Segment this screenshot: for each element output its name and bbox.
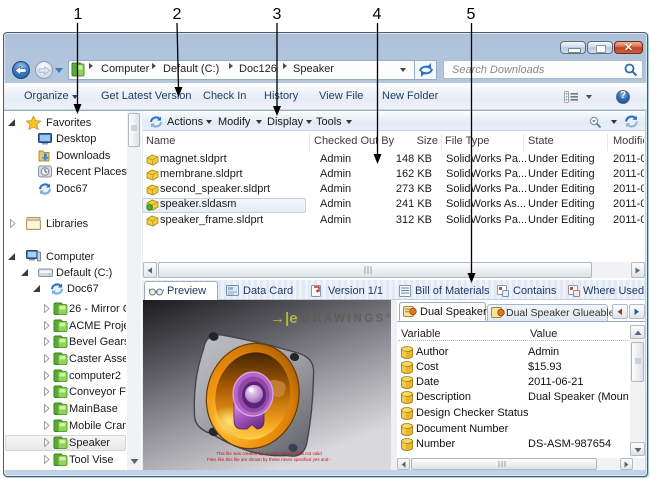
- svg-text:4: 4: [373, 6, 382, 23]
- svg-text:2: 2: [173, 6, 182, 23]
- svg-text:1: 1: [74, 6, 83, 23]
- svg-text:5: 5: [467, 6, 476, 23]
- svg-text:3: 3: [273, 6, 282, 23]
